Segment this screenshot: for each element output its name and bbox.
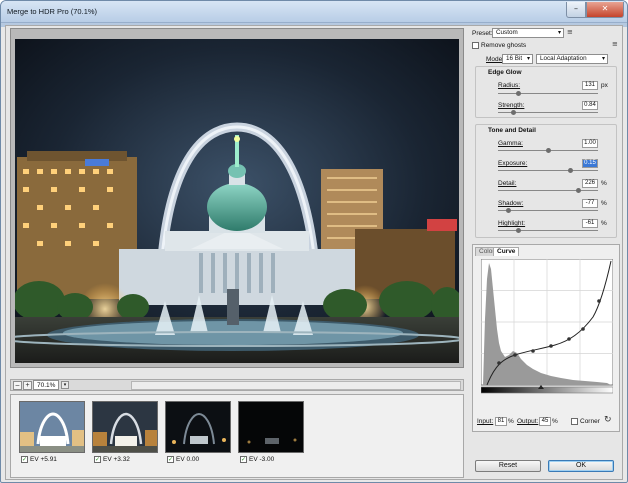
shadow-slider-thumb[interactable] [505, 208, 511, 213]
ok-button[interactable]: OK [548, 460, 614, 472]
shadow-slider[interactable] [498, 208, 598, 213]
radius-slider[interactable] [498, 91, 598, 96]
ev-label: EV 0.00 [176, 456, 200, 463]
bit-depth-select[interactable]: 16 Bit [502, 54, 533, 64]
gamma-label: Gamma: [498, 140, 523, 147]
source-thumbnail-2[interactable] [92, 401, 158, 453]
strength-value[interactable]: 0.84 [582, 101, 598, 110]
curve-panel: Color Curve Input: 81 % Output: 45 % Cor… [472, 244, 620, 432]
close-button[interactable]: ✕ [586, 2, 624, 18]
exposure-label: Exposure: [498, 160, 528, 167]
shadow-value[interactable]: -77 [582, 199, 598, 208]
highlight-value[interactable]: -61 [582, 219, 598, 228]
tone-detail-title: Tone and Detail [488, 127, 536, 134]
ev-label: EV -3.00 [249, 456, 275, 463]
exposure-slider-thumb[interactable] [567, 168, 573, 173]
include-checkbox-1[interactable]: ✓ [21, 456, 28, 463]
detail-value[interactable]: 226 [582, 179, 598, 188]
preset-select[interactable]: Custom [492, 28, 564, 38]
thumbnail-image [239, 402, 303, 452]
hdr-preview-image [15, 39, 459, 363]
radius-slider-thumb[interactable] [515, 91, 521, 96]
strength-slider-thumb[interactable] [510, 110, 516, 115]
tab-curve[interactable]: Curve [493, 247, 520, 256]
input-label: Input: [477, 418, 494, 425]
source-thumbnail-3[interactable] [165, 401, 231, 453]
gamma-slider[interactable] [498, 148, 598, 153]
radius-unit: px [601, 82, 608, 89]
title-bar: Merge to HDR Pro (70.1%) – ✕ [1, 1, 627, 23]
detail-slider[interactable] [498, 188, 598, 193]
strength-slider[interactable] [498, 110, 598, 115]
preset-label: Preset: [472, 30, 493, 37]
panel-menu-icon[interactable]: ≡ [612, 40, 618, 48]
zoom-dropdown-button[interactable]: ▾ [61, 381, 69, 389]
thumbnail-image [93, 402, 157, 452]
hdr-pro-window: Merge to HDR Pro (70.1%) – ✕ – + 70.1% ▾… [0, 0, 628, 483]
detail-slider-thumb[interactable] [575, 188, 581, 193]
source-filmstrip: ✓ EV +5.91 ✓ EV +3.32 ✓ EV 0.00 ✓ EV -3.… [10, 394, 464, 478]
radius-value[interactable]: 131 [582, 81, 598, 90]
minimize-button[interactable]: – [566, 2, 586, 18]
settings-panel: Preset: Custom ≡ ≡ Remove ghosts Mode: 1… [468, 26, 622, 479]
preview-toolbar: – + 70.1% ▾ [10, 379, 464, 391]
ev-label: EV +3.32 [103, 456, 130, 463]
source-thumbnail-1[interactable] [19, 401, 85, 453]
horizontal-scrollbar[interactable] [131, 381, 461, 390]
remove-ghosts-checkbox[interactable] [472, 42, 479, 49]
edge-glow-title: Edge Glow [488, 69, 522, 76]
detail-unit: % [601, 180, 607, 187]
include-checkbox-2[interactable]: ✓ [94, 456, 101, 463]
corner-label: Corner [580, 418, 600, 425]
highlight-slider[interactable] [498, 228, 598, 233]
tone-curve-graph[interactable] [481, 259, 613, 395]
input-unit: % [508, 418, 514, 425]
detail-label: Detail: [498, 180, 517, 187]
shadow-unit: % [601, 200, 607, 207]
highlight-unit: % [601, 220, 607, 227]
remove-ghosts-label: Remove ghosts [481, 42, 527, 49]
source-thumbnail-4[interactable] [238, 401, 304, 453]
dialog-client: – + 70.1% ▾ ✓ EV +5.91 ✓ EV +3.32 ✓ EV 0… [5, 25, 623, 480]
shadow-label: Shadow: [498, 200, 524, 207]
reset-button[interactable]: Reset [475, 460, 541, 472]
thumbnail-label-1: ✓ EV +5.91 [21, 456, 57, 463]
zoom-level-field[interactable]: 70.1% [33, 380, 59, 390]
strength-label: Strength: [498, 102, 525, 109]
highlight-slider-thumb[interactable] [515, 228, 521, 233]
preset-menu-icon[interactable]: ≡ [567, 28, 573, 36]
method-select[interactable]: Local Adaptation [536, 54, 608, 64]
zoom-in-button[interactable]: + [23, 381, 32, 390]
ev-label: EV +5.91 [30, 456, 57, 463]
corner-checkbox[interactable] [571, 418, 578, 425]
output-unit: % [552, 418, 558, 425]
thumbnail-label-4: ✓ EV -3.00 [240, 456, 274, 463]
thumbnail-label-3: ✓ EV 0.00 [167, 456, 199, 463]
include-checkbox-4[interactable]: ✓ [240, 456, 247, 463]
gamma-value[interactable]: 1.00 [582, 139, 598, 148]
exposure-slider[interactable] [498, 168, 598, 173]
exposure-value[interactable]: 0.15 [582, 159, 598, 168]
reset-curve-icon[interactable]: ↻ [604, 415, 612, 425]
radius-label: Radius: [498, 82, 521, 89]
zoom-out-button[interactable]: – [13, 381, 22, 390]
thumbnail-image [166, 402, 230, 452]
window-title: Merge to HDR Pro (70.1%) [7, 7, 98, 16]
output-value[interactable]: 45 [539, 417, 551, 426]
preview-area[interactable] [10, 28, 464, 368]
highlight-label: Highlight: [498, 220, 526, 227]
include-checkbox-3[interactable]: ✓ [167, 456, 174, 463]
output-label: Output: [517, 418, 539, 425]
thumbnail-label-2: ✓ EV +3.32 [94, 456, 130, 463]
gamma-slider-thumb[interactable] [545, 148, 551, 153]
thumbnail-image [20, 402, 84, 452]
input-value[interactable]: 81 [495, 417, 507, 426]
